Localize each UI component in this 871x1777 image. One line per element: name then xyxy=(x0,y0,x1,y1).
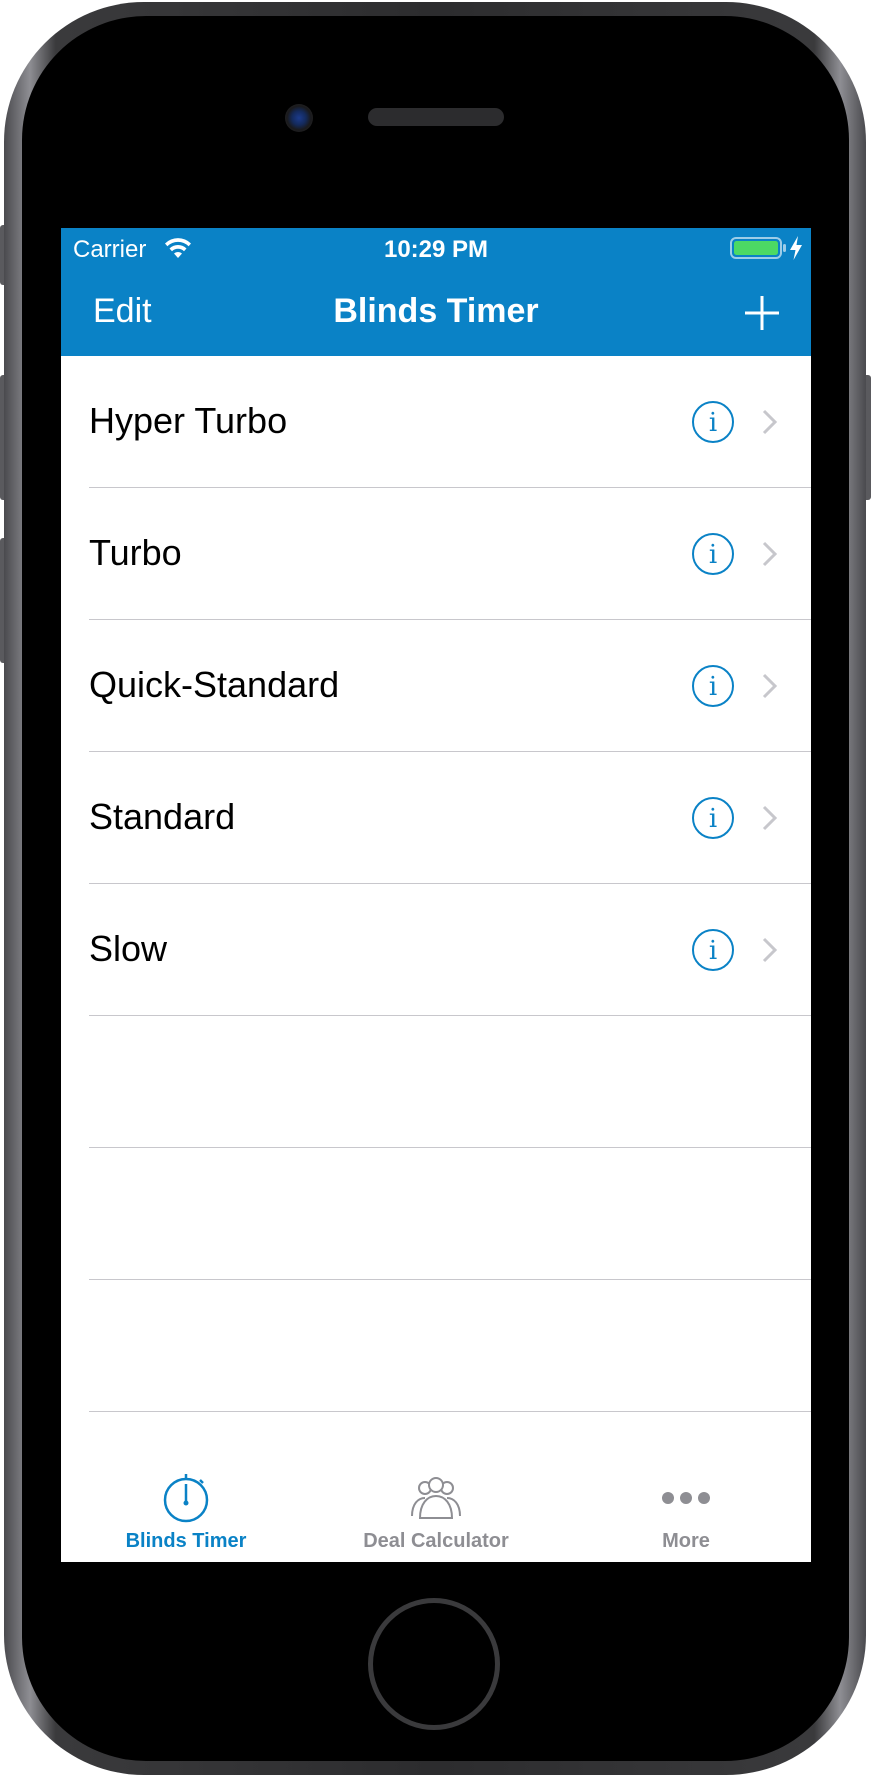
stopwatch-icon xyxy=(163,1474,209,1523)
navigation-bar: Carrier 10:29 PM Edit Blinds Timer xyxy=(61,228,811,356)
chevron-right-icon xyxy=(762,937,778,963)
front-camera xyxy=(285,104,313,132)
list-item[interactable]: Standard i xyxy=(61,752,811,884)
tab-deal-calculator[interactable]: Deal Calculator xyxy=(311,1464,561,1562)
phone-device: Carrier 10:29 PM Edit Blinds Timer Hyper… xyxy=(0,0,871,1777)
plus-icon[interactable] xyxy=(741,292,783,334)
more-dots-icon xyxy=(662,1492,710,1504)
tab-label: More xyxy=(662,1530,710,1552)
earpiece-speaker xyxy=(368,108,504,126)
empty-row-divider xyxy=(89,1147,811,1148)
chevron-right-icon xyxy=(762,805,778,831)
info-icon[interactable]: i xyxy=(691,400,735,444)
info-icon[interactable]: i xyxy=(691,796,735,840)
empty-row-divider xyxy=(89,1411,811,1412)
tab-blinds-timer[interactable]: Blinds Timer xyxy=(61,1464,311,1562)
svg-text:i: i xyxy=(709,804,717,834)
list-item[interactable]: Quick-Standard i xyxy=(61,620,811,752)
chevron-right-icon xyxy=(762,409,778,435)
svg-text:i: i xyxy=(709,408,717,438)
empty-row-divider xyxy=(89,1279,811,1280)
list-item-label: Slow xyxy=(89,928,168,969)
tab-more[interactable]: More xyxy=(561,1464,811,1562)
list-item-label: Standard xyxy=(89,796,236,837)
svg-text:i: i xyxy=(709,540,717,570)
info-icon[interactable]: i xyxy=(691,532,735,576)
info-icon[interactable]: i xyxy=(691,664,735,708)
tab-bar: Blinds Timer Deal Calculator More xyxy=(61,1464,811,1562)
info-icon[interactable]: i xyxy=(691,928,735,972)
tab-label: Blinds Timer xyxy=(125,1530,247,1552)
svg-text:i: i xyxy=(709,672,717,702)
battery-icon xyxy=(730,237,786,259)
charging-bolt-icon xyxy=(790,236,802,260)
list-item[interactable]: Slow i xyxy=(61,884,811,1016)
page-title: Blinds Timer xyxy=(333,292,539,330)
people-group-icon xyxy=(411,1477,461,1519)
list-item[interactable]: Turbo i xyxy=(61,488,811,620)
list-item-label: Hyper Turbo xyxy=(89,400,288,441)
app-screen: Carrier 10:29 PM Edit Blinds Timer Hyper… xyxy=(61,228,811,1562)
list-item-label: Quick-Standard xyxy=(89,664,340,705)
tab-label: Deal Calculator xyxy=(363,1530,509,1552)
home-button[interactable] xyxy=(368,1598,500,1730)
list-item-label: Turbo xyxy=(89,532,182,573)
svg-text:i: i xyxy=(709,936,717,966)
row-divider xyxy=(89,1015,811,1016)
chevron-right-icon xyxy=(762,541,778,567)
chevron-right-icon xyxy=(762,673,778,699)
status-bar: Carrier 10:29 PM xyxy=(61,228,811,268)
status-time: 10:29 PM xyxy=(383,236,489,263)
list-item[interactable]: Hyper Turbo i xyxy=(61,356,811,488)
